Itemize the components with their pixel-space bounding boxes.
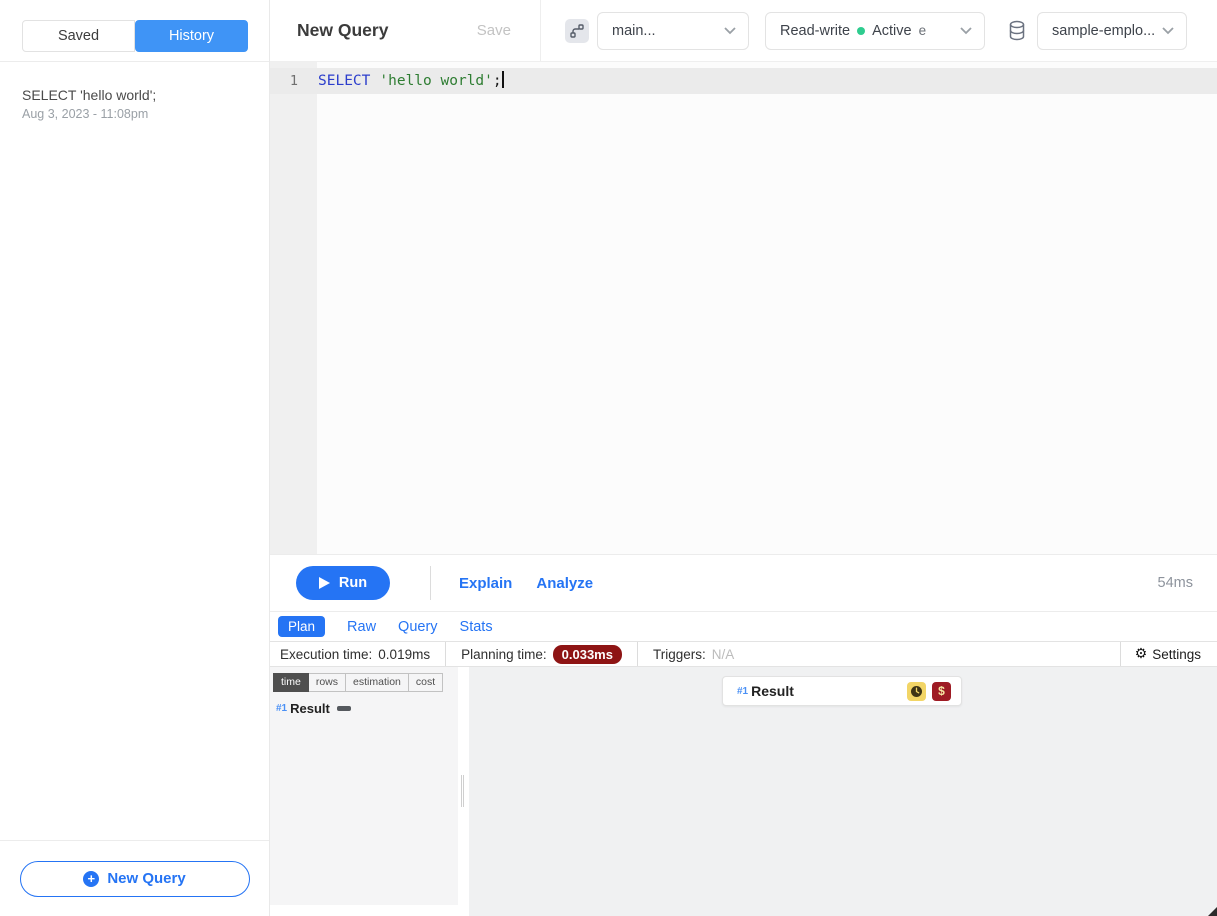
drag-handle-icon	[461, 775, 464, 807]
sidebar-header: Saved History	[0, 0, 269, 62]
node-label: Result	[751, 683, 794, 699]
branch-icon	[565, 19, 589, 43]
triggers-value: N/A	[712, 647, 735, 662]
window-resize-grip[interactable]	[1208, 907, 1217, 916]
explain-link[interactable]: Explain	[459, 575, 512, 592]
metric-tab-estimation[interactable]: estimation	[346, 673, 409, 692]
node-index: #1	[276, 703, 287, 714]
history-item-timestamp: Aug 3, 2023 - 11:08pm	[22, 107, 249, 121]
settings-group: ⚙ Settings	[1120, 642, 1217, 666]
metric-tab-rows[interactable]: rows	[309, 673, 346, 692]
sidebar-footer: + New Query	[0, 840, 269, 916]
horizontal-scrollbar[interactable]	[270, 905, 458, 916]
connection-dropdown[interactable]: Read-write Active e	[765, 12, 985, 50]
database-icon	[1007, 20, 1027, 42]
sql-editor[interactable]: 1 SELECT 'hello world';	[270, 62, 1217, 554]
node-label: Result	[290, 701, 330, 716]
planning-time-stat: Planning time: 0.033ms	[446, 645, 637, 664]
database-dropdown[interactable]: sample-emplo...	[1037, 12, 1187, 50]
line-number: 1	[270, 68, 317, 94]
app-window: Saved History SELECT 'hello world'; Aug …	[0, 0, 1217, 916]
metric-tab-cost[interactable]: cost	[409, 673, 443, 692]
text-cursor	[502, 71, 504, 88]
chevron-down-icon	[960, 27, 972, 35]
metric-tab-time[interactable]: time	[273, 673, 309, 692]
pane-resize-divider[interactable]	[458, 667, 469, 916]
plan-stats-bar: Execution time: 0.019ms Planning time: 0…	[270, 641, 1217, 667]
plan-view: time rows estimation cost #1 Result #1	[270, 667, 1217, 916]
settings-label: Settings	[1152, 647, 1201, 662]
main-panel: New Query Save main...	[270, 0, 1217, 916]
tab-raw[interactable]: Raw	[347, 619, 376, 635]
run-bar: Run Explain Analyze 54ms	[270, 554, 1217, 612]
plan-tree-node[interactable]: #1 Result	[276, 701, 458, 716]
sql-string: 'hello world'	[379, 73, 493, 89]
branch-dropdown[interactable]: main...	[597, 12, 749, 50]
query-header: New Query Save	[270, 0, 541, 61]
plan-graph-node[interactable]: #1 Result $	[722, 676, 962, 706]
triggers-label: Triggers:	[653, 647, 706, 662]
tab-history[interactable]: History	[135, 20, 248, 52]
editor-gutter	[270, 62, 317, 554]
sql-terminator: ;	[493, 73, 502, 89]
chevron-down-icon	[1162, 27, 1174, 35]
node-time-bar	[337, 706, 351, 711]
query-duration: 54ms	[1158, 575, 1193, 591]
new-query-button[interactable]: + New Query	[20, 861, 250, 897]
chevron-down-icon	[724, 27, 736, 35]
run-button[interactable]: Run	[296, 566, 390, 600]
branch-dropdown-value: main...	[612, 23, 656, 39]
triggers-stat: Triggers: N/A	[638, 647, 749, 662]
run-label: Run	[339, 575, 367, 591]
execution-time-stat: Execution time: 0.019ms	[270, 647, 445, 662]
history-item-query: SELECT 'hello world';	[22, 86, 249, 105]
query-list-tabs: Saved History	[22, 20, 248, 52]
database-dropdown-value: sample-emplo...	[1052, 23, 1155, 39]
connection-mode: Read-write	[780, 23, 850, 39]
node-index: #1	[737, 686, 748, 697]
plan-graph-pane: #1 Result $	[469, 667, 1217, 916]
divider	[430, 566, 431, 600]
history-list-item[interactable]: SELECT 'hello world'; Aug 3, 2023 - 11:0…	[22, 86, 249, 121]
new-query-label: New Query	[107, 870, 185, 887]
gear-icon: ⚙	[1135, 647, 1148, 661]
clock-badge-icon	[907, 682, 926, 701]
top-bar: New Query Save main...	[270, 0, 1217, 62]
sql-keyword: SELECT	[318, 73, 370, 89]
connection-extra: e	[919, 23, 927, 38]
execution-time-value: 0.019ms	[378, 647, 430, 662]
code-line[interactable]: SELECT 'hello world';	[318, 68, 504, 94]
execution-time-label: Execution time:	[280, 647, 372, 662]
query-title: New Query	[297, 20, 388, 41]
planning-time-badge: 0.033ms	[553, 645, 622, 664]
dollar-badge-icon: $	[932, 682, 951, 701]
play-icon	[319, 577, 330, 589]
status-dot-icon	[857, 27, 865, 35]
plan-tree-pane: time rows estimation cost #1 Result	[270, 667, 458, 916]
settings-button[interactable]: ⚙ Settings	[1121, 647, 1217, 662]
tab-plan[interactable]: Plan	[278, 616, 325, 637]
plus-icon: +	[83, 871, 99, 887]
history-list: SELECT 'hello world'; Aug 3, 2023 - 11:0…	[0, 62, 269, 121]
tab-query[interactable]: Query	[398, 619, 438, 635]
sidebar: Saved History SELECT 'hello world'; Aug …	[0, 0, 270, 916]
planning-time-label: Planning time:	[461, 647, 547, 662]
result-tabs: Plan Raw Query Stats	[270, 612, 1217, 641]
save-button[interactable]: Save	[477, 22, 511, 39]
tab-saved[interactable]: Saved	[22, 20, 135, 52]
analyze-link[interactable]: Analyze	[536, 575, 593, 592]
plan-metric-tabs: time rows estimation cost	[273, 673, 458, 692]
connection-status: Active	[872, 23, 912, 39]
tab-stats[interactable]: Stats	[460, 619, 493, 635]
connection-toolbar: main... Read-write Active e	[541, 0, 1217, 61]
